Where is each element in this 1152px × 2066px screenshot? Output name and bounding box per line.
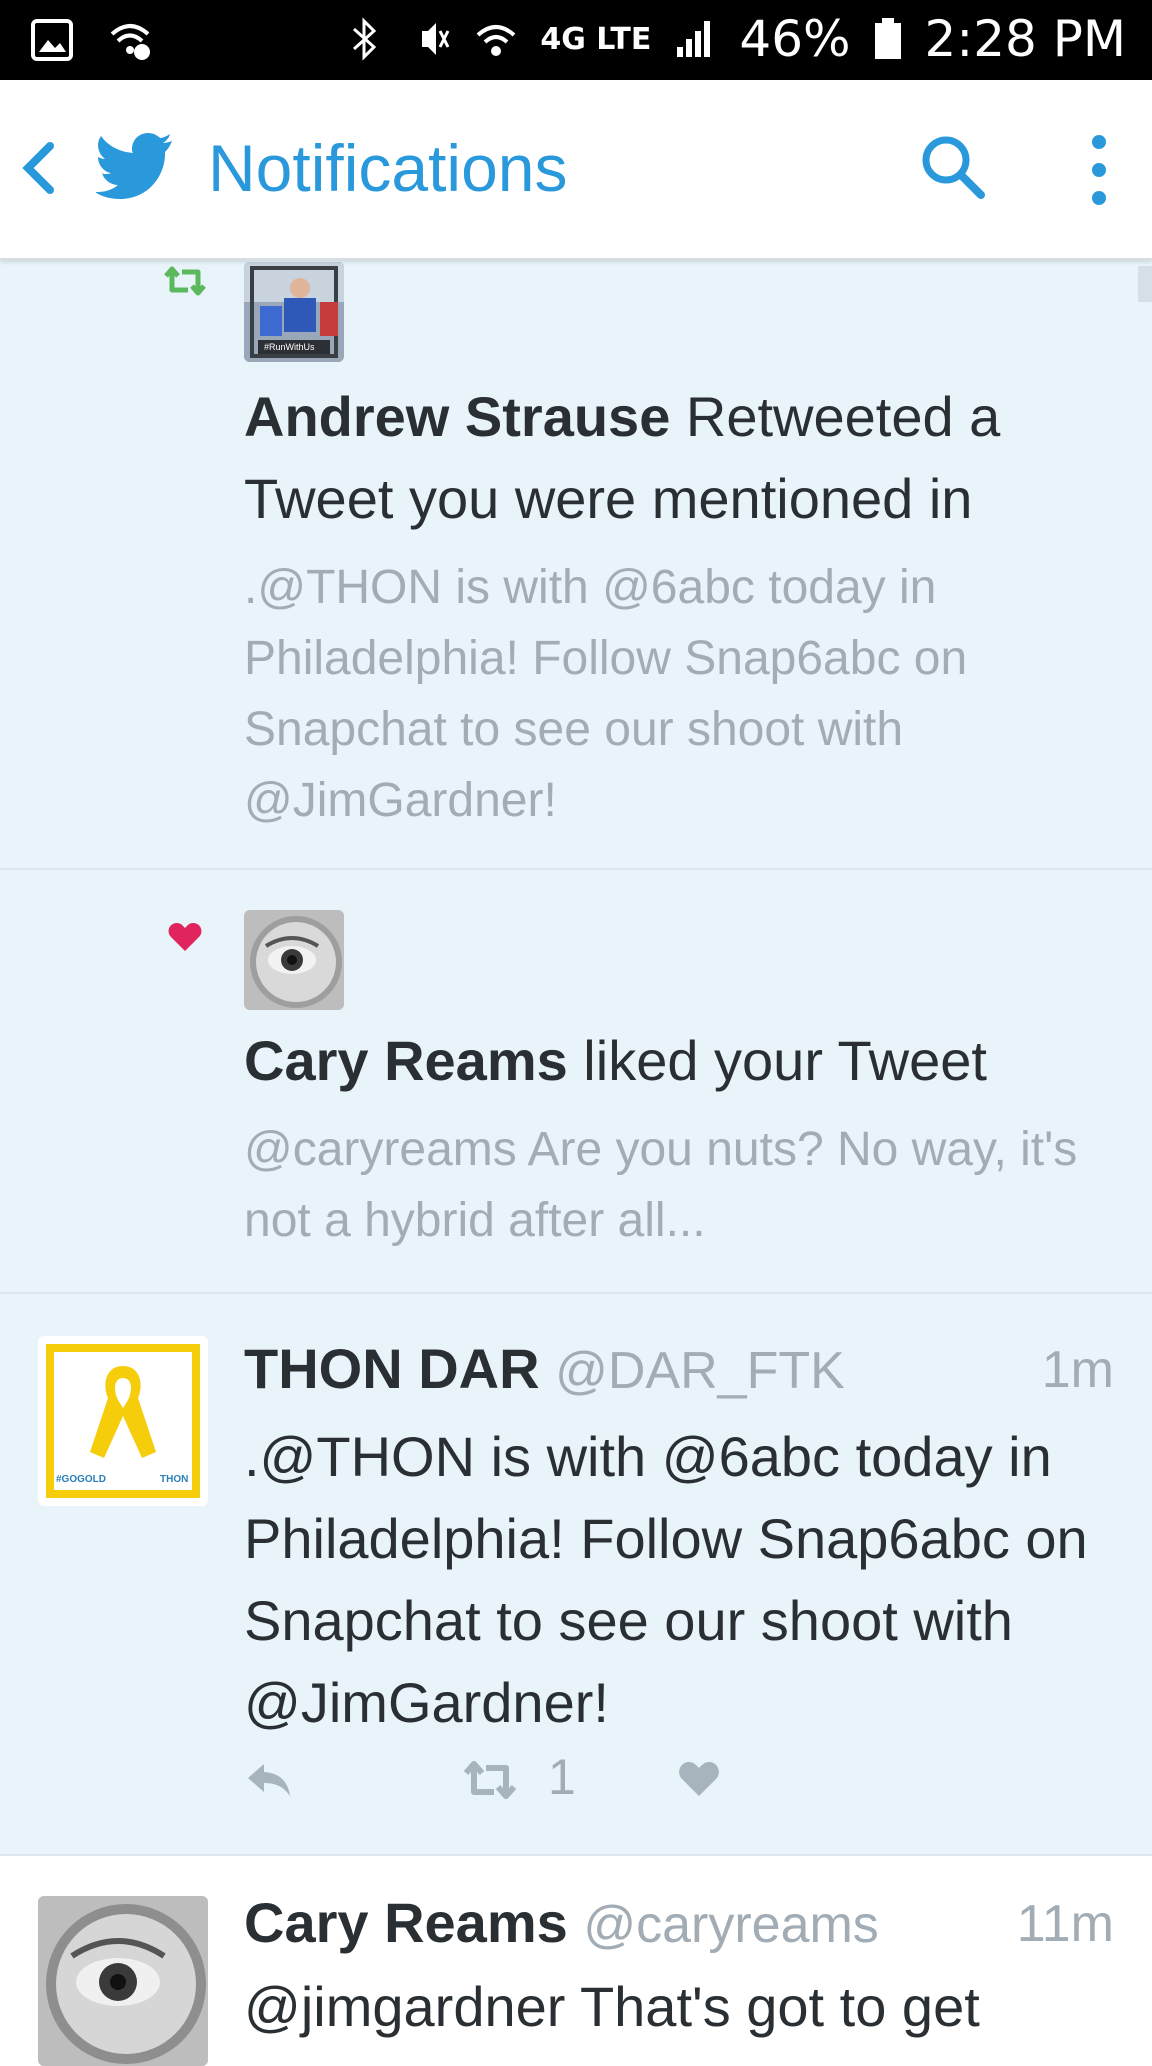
notification-text: Cary Reams liked your Tweet	[244, 1020, 1124, 1102]
avatar[interactable]	[38, 1896, 208, 2066]
wifi-icon	[477, 25, 516, 56]
twitter-bird-icon	[96, 133, 172, 199]
notification-like[interactable]: Cary Reams liked your Tweet @caryreams A…	[0, 870, 1152, 1294]
tweet-text: @jimgardner That's got to get	[244, 1975, 980, 2038]
avatar[interactable]	[244, 910, 344, 1010]
notification-retweet[interactable]: #RunWithUs Andrew Strause Retweeted a Tw…	[0, 258, 1152, 870]
heart-icon	[168, 923, 202, 951]
tweet-header: Cary Reams @caryreams 11m	[244, 1890, 1114, 1970]
tweet-snippet: .@THON is with @6abc today in Philadelph…	[244, 561, 968, 827]
tweet-text: .@THON is with @6abc today in Philadelph…	[244, 1425, 1088, 1734]
notification-text: Andrew Strause Retweeted a Tweet you wer…	[244, 376, 1124, 540]
scrollbar[interactable]	[1138, 266, 1152, 302]
tweet[interactable]: #GOGOLD THON THON DAR @DAR_FTK 1m .@THON…	[0, 1294, 1152, 1856]
tweet-author-name[interactable]: THON DAR	[244, 1337, 540, 1400]
tweet-author[interactable]: THON DAR @DAR_FTK	[244, 1336, 845, 1401]
tweet-author-name[interactable]: Cary Reams	[244, 1891, 568, 1954]
vibrate-icon	[422, 23, 450, 55]
tweet-timestamp: 11m	[1016, 1895, 1114, 1953]
battery-percent: 46%	[739, 10, 851, 68]
user-name[interactable]: Cary Reams	[244, 1029, 568, 1092]
overflow-menu-icon[interactable]	[1084, 132, 1114, 208]
app-bar: Notifications	[0, 80, 1152, 260]
like-icon[interactable]	[678, 1760, 720, 1798]
bluetooth-icon	[353, 17, 377, 61]
avatar[interactable]: #RunWithUs	[244, 262, 344, 362]
reply-icon[interactable]	[244, 1760, 292, 1800]
retweet-icon	[164, 266, 206, 296]
tweet-author-handle[interactable]: @DAR_FTK	[555, 1342, 845, 1400]
tweet-header: THON DAR @DAR_FTK 1m	[244, 1336, 1114, 1416]
gallery-notification-icon	[31, 19, 73, 61]
search-icon[interactable]	[918, 132, 988, 202]
wifi-question-icon	[110, 24, 150, 60]
tweet-author[interactable]: Cary Reams @caryreams	[244, 1890, 879, 1955]
avatar[interactable]: #GOGOLD THON	[38, 1336, 208, 1506]
user-name[interactable]: Andrew Strause	[244, 385, 670, 448]
notifications-feed[interactable]: #RunWithUs Andrew Strause Retweeted a Tw…	[0, 258, 1152, 2066]
avatar-caption: #RunWithUs	[264, 342, 315, 352]
network-type: 4G LTE	[540, 21, 652, 57]
notification-action: liked your Tweet	[567, 1029, 987, 1092]
status-bar: 4G LTE 46% 2:28 PM	[0, 0, 1152, 80]
avatar-photo	[38, 1896, 208, 2066]
battery-icon	[874, 18, 901, 59]
retweet-action-icon[interactable]	[462, 1760, 518, 1800]
tweet-author-handle[interactable]: @caryreams	[583, 1896, 879, 1954]
avatar-photo	[244, 910, 344, 1010]
avatar-left-text: #GOGOLD	[56, 1474, 107, 1485]
page-title: Notifications	[208, 131, 568, 205]
back-arrow-icon[interactable]	[18, 138, 58, 198]
tweet-actions: 1	[244, 1749, 844, 1820]
tweet-snippet: @caryreams Are you nuts? No way, it's no…	[244, 1123, 1078, 1247]
tweet-timestamp: 1m	[1041, 1341, 1114, 1399]
clock: 2:28 PM	[924, 10, 1126, 68]
avatar-right-text: THON	[160, 1474, 189, 1485]
retweet-count: 1	[548, 1749, 576, 1805]
signal-icon	[677, 21, 711, 57]
tweet[interactable]: Cary Reams @caryreams 11m @jimgardner Th…	[0, 1856, 1152, 2066]
